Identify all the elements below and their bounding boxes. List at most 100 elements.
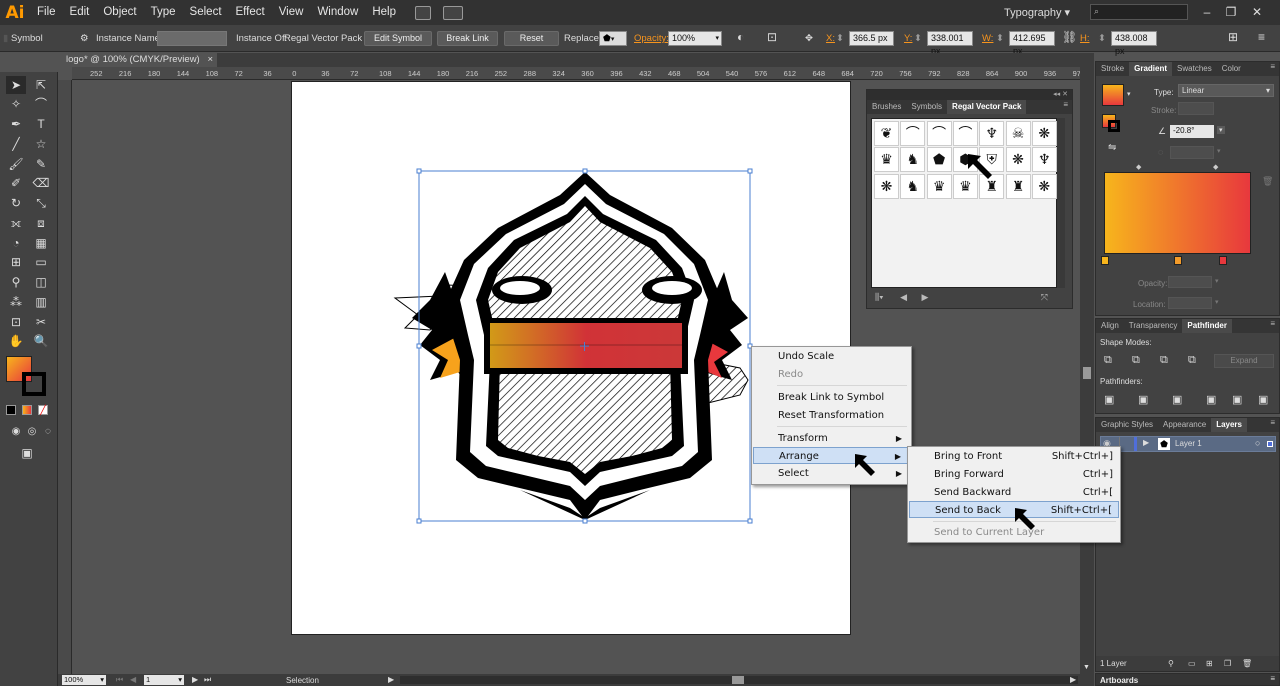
tab-stroke[interactable]: Stroke — [1096, 62, 1129, 76]
merge-icon[interactable]: ▣ — [1172, 393, 1182, 406]
tab-swatches[interactable]: Swatches — [1172, 62, 1217, 76]
zoom-dropdown[interactable]: 100% ▾ — [62, 675, 106, 685]
intersect-icon[interactable]: ⧉ — [1160, 354, 1168, 367]
symbol-thumbnail[interactable]: ♞ — [900, 173, 926, 199]
symbol-libraries-icon[interactable]: ⫼▾ — [871, 292, 884, 302]
tab-graphic-styles[interactable]: Graphic Styles — [1096, 418, 1158, 432]
tab-color[interactable]: Color — [1217, 62, 1246, 76]
tab-regal-vector-pack[interactable]: Regal Vector Pack — [947, 100, 1027, 114]
aspect-input — [1170, 146, 1214, 159]
menu-bring-forward[interactable]: Bring Forward Ctrl+] — [909, 466, 1119, 483]
menu-send-backward[interactable]: Send Backward Ctrl+[ — [909, 484, 1119, 501]
symbol-thumbnail[interactable]: ❋ — [1031, 121, 1057, 146]
prev-library-icon[interactable]: ◀ — [886, 292, 907, 302]
tab-appearance[interactable]: Appearance — [1158, 418, 1211, 432]
symbol-thumbnail[interactable]: ♛ — [926, 173, 952, 199]
prev-artboard-icon[interactable]: ◀ — [130, 675, 136, 684]
status-arrow-icon[interactable]: ▶ — [388, 675, 394, 684]
crop-icon[interactable]: ▣ — [1206, 393, 1216, 406]
symbol-thumbnail[interactable]: ♜ — [1005, 173, 1031, 199]
gradient-type-dropdown[interactable]: Linear ▾ — [1178, 84, 1274, 97]
new-layer-icon[interactable]: ❐ — [1224, 656, 1231, 671]
expand-triangle-icon[interactable]: ▶ — [1143, 438, 1149, 447]
symbol-thumbnail[interactable]: ♆ — [979, 121, 1005, 146]
next-library-icon[interactable]: ▶ — [910, 292, 929, 302]
delete-layer-icon[interactable]: 🗑 — [1242, 656, 1252, 671]
target-circle-icon[interactable]: ○ — [1255, 438, 1260, 448]
symbol-thumbnail[interactable]: ♛ — [874, 147, 899, 173]
gradient-stop-start[interactable] — [1101, 256, 1109, 265]
gradient-stroke-icon[interactable] — [1108, 120, 1120, 132]
panel-menu-icon[interactable]: ≡ — [1063, 100, 1072, 114]
menu-select[interactable]: Select ▶ — [753, 465, 910, 482]
symbol-thumbnail[interactable]: ❦ — [874, 121, 899, 146]
symbol-scrollbar[interactable] — [1057, 118, 1065, 288]
vertical-scroll-thumb[interactable] — [1083, 367, 1091, 379]
panel-collapse-icon[interactable]: ◂◂ ✕ — [867, 90, 1072, 100]
menu-arrange[interactable]: Arrange ▶ — [753, 447, 910, 464]
first-artboard-icon[interactable]: ⏮ — [116, 675, 123, 685]
minus-front-icon[interactable]: ⧉ — [1132, 354, 1140, 367]
reverse-gradient-icon[interactable]: ⇋ — [1108, 142, 1116, 153]
gradient-stop-end[interactable] — [1219, 256, 1227, 265]
expand-button[interactable]: Expand — [1214, 354, 1274, 368]
menu-transform[interactable]: Transform ▶ — [753, 430, 910, 447]
type-label: Type: — [1154, 88, 1174, 97]
menu-undo-scale[interactable]: Undo Scale — [753, 348, 910, 365]
vertical-scrollbar[interactable]: ▼ — [1080, 67, 1094, 674]
crest-symbol[interactable] — [393, 172, 749, 520]
symbol-thumbnail[interactable]: ☠ — [1005, 121, 1031, 146]
scroll-right-icon[interactable]: ▶ — [1070, 675, 1076, 684]
layer-row[interactable]: ◉ ▶ ⬟ Layer 1 ○ — [1100, 436, 1276, 452]
menu-break-link-to-symbol[interactable]: Break Link to Symbol — [753, 389, 910, 406]
layers-panel: Graphic Styles Appearance Layers ≡ ◉ ▶ ⬟… — [1095, 417, 1280, 672]
divide-icon[interactable]: ▣ — [1104, 393, 1114, 406]
tab-gradient[interactable]: Gradient — [1129, 62, 1173, 76]
gradient-stop-mid[interactable] — [1174, 256, 1182, 265]
gradient-thumbnail[interactable] — [1102, 84, 1124, 106]
trash-icon[interactable]: 🗑 — [1262, 176, 1273, 187]
symbol-thumbnail[interactable]: ⌒ — [900, 121, 926, 146]
symbol-thumbnail[interactable]: ⌒ — [952, 121, 978, 146]
submenu-arrow-icon: ▶ — [894, 452, 901, 461]
symbol-thumbnail[interactable]: ♞ — [900, 147, 926, 173]
menu-bring-to-front[interactable]: Bring to Front Shift+Ctrl+] — [909, 448, 1119, 465]
pathfinder-panel: Align Transparency Pathfinder ≡ Shape Mo… — [1095, 318, 1280, 414]
symbol-thumbnail[interactable]: ♆ — [1031, 147, 1057, 173]
trim-icon[interactable]: ▣ — [1138, 393, 1148, 406]
artboard-number-input[interactable]: 1 ▾ — [144, 675, 184, 685]
place-symbol-icon[interactable]: ⤧ — [1041, 290, 1048, 304]
unite-icon[interactable]: ⧉ — [1104, 354, 1112, 367]
gradient-preview-bar[interactable] — [1104, 172, 1251, 254]
panel-menu-icon[interactable]: ≡ — [1270, 418, 1279, 432]
last-artboard-icon[interactable]: ⏭ — [204, 675, 211, 685]
panel-menu-icon[interactable]: ≡ — [1270, 674, 1275, 683]
symbol-thumbnail[interactable]: ❋ — [1005, 147, 1031, 173]
menu-reset-transformation[interactable]: Reset Transformation — [753, 407, 910, 424]
symbol-thumbnail[interactable]: ⌒ — [926, 121, 952, 146]
symbol-thumbnail[interactable]: ⬟ — [926, 147, 952, 173]
exclude-icon[interactable]: ⧉ — [1188, 354, 1196, 367]
tab-brushes[interactable]: Brushes — [867, 100, 906, 114]
tab-layers[interactable]: Layers — [1211, 418, 1247, 432]
tab-symbols[interactable]: Symbols — [906, 100, 947, 114]
tab-align[interactable]: Align — [1096, 319, 1124, 333]
locate-object-icon[interactable]: ⚲ — [1168, 656, 1174, 671]
midpoint-diamond-icon[interactable]: ◆ — [1213, 163, 1218, 171]
horizontal-scroll-thumb[interactable] — [732, 676, 744, 684]
midpoint-diamond-icon[interactable]: ◆ — [1136, 163, 1141, 171]
new-sublayer-icon[interactable]: ⊞ — [1206, 656, 1213, 671]
angle-input[interactable]: -20.8° — [1170, 125, 1214, 138]
panel-menu-icon[interactable]: ≡ — [1270, 62, 1279, 76]
symbol-thumbnail[interactable]: ❋ — [1031, 173, 1057, 199]
minus-back-icon[interactable]: ▣ — [1258, 393, 1268, 406]
panel-menu-icon[interactable]: ≡ — [1270, 319, 1279, 333]
horizontal-scrollbar[interactable] — [400, 676, 1078, 684]
artboards-panel-tab[interactable]: Artboards ≡ — [1095, 673, 1280, 686]
outline-icon[interactable]: ▣ — [1232, 393, 1242, 406]
symbol-thumbnail[interactable]: ❋ — [874, 173, 899, 199]
clipping-mask-icon[interactable]: ▭ — [1188, 656, 1196, 671]
next-artboard-icon[interactable]: ▶ — [192, 675, 198, 684]
tab-pathfinder[interactable]: Pathfinder — [1182, 319, 1232, 333]
tab-transparency[interactable]: Transparency — [1124, 319, 1183, 333]
